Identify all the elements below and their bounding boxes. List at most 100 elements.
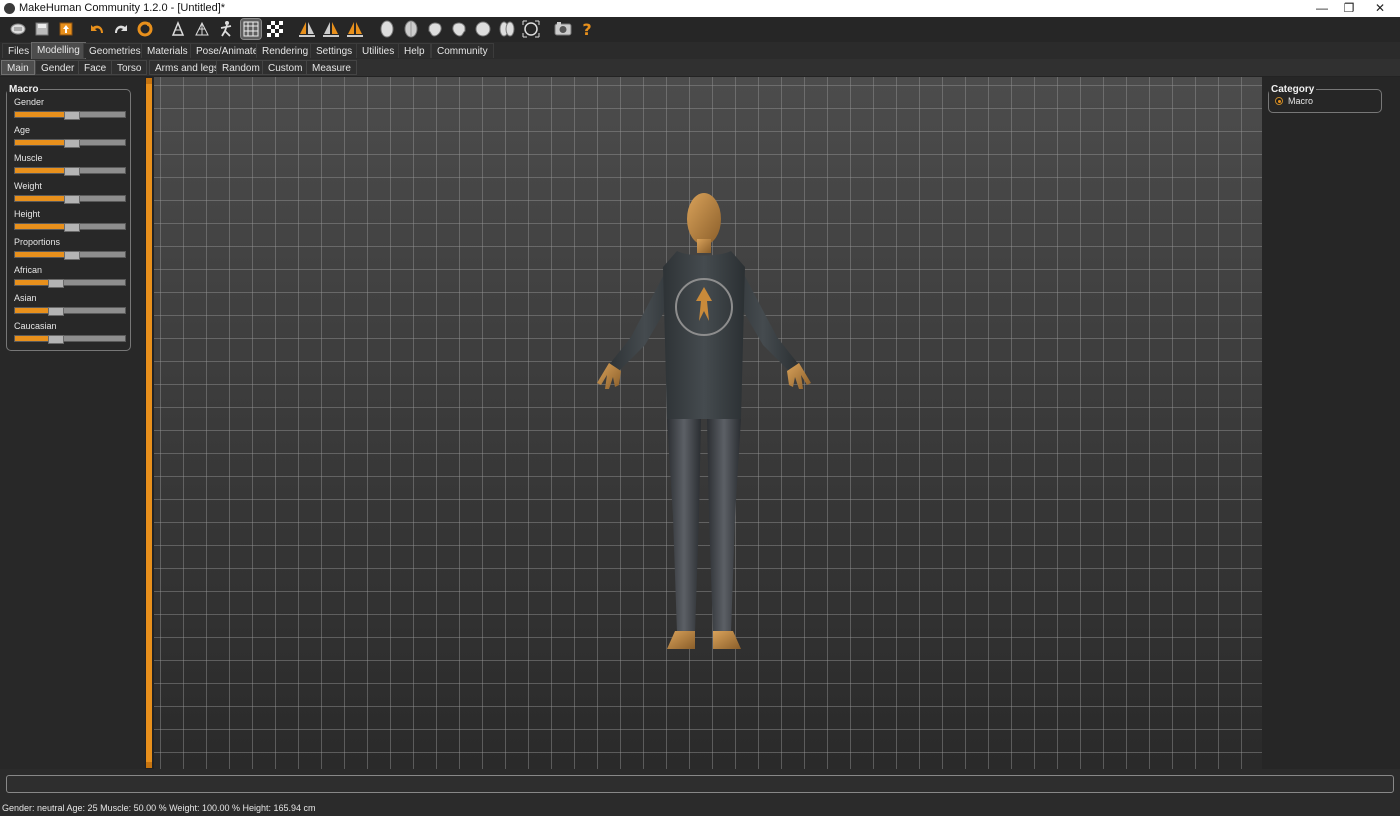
sub-tab-bar: Main Gender Face Torso Arms and legs Ran… [0,59,1400,76]
bottom-view-icon[interactable] [497,19,517,39]
subtab-face[interactable]: Face [78,60,113,75]
slider-handle[interactable] [64,251,80,260]
slider-label: Muscle [14,153,43,163]
slider-handle[interactable] [64,139,80,148]
slider-label: Weight [14,181,42,191]
right-panel: Category Macro [1262,77,1400,769]
slider-handle[interactable] [48,335,64,344]
slider-handle[interactable] [64,111,80,120]
scroll-up-arrow-icon[interactable] [146,78,152,84]
slider-fill [15,280,50,285]
category-macro-label[interactable]: Macro [1288,96,1313,106]
screenshot-icon[interactable] [553,19,573,39]
restore-button[interactable]: ❐ [1333,0,1365,17]
subtab-arms-and-legs[interactable]: Arms and legs [149,60,225,75]
back-view-icon[interactable] [401,19,421,39]
tab-modelling[interactable]: Modelling [31,42,86,59]
tab-community[interactable]: Community [431,43,494,58]
wireframe-icon[interactable] [192,19,212,39]
symmetry-left-icon[interactable] [321,19,341,39]
slider-label: Caucasian [14,321,57,331]
top-view-icon[interactable] [473,19,493,39]
slider-handle[interactable] [64,223,80,232]
slider-fill [15,252,66,257]
subtab-gender[interactable]: Gender [35,60,81,75]
slider-fill [15,308,50,313]
status-text: Gender: neutral Age: 25 Muscle: 50.00 % … [2,803,316,813]
slider-fill [15,336,50,341]
title-bar: MakeHuman Community 1.2.0 - [Untitled]* … [0,0,1400,17]
progress-bar [6,775,1394,793]
macro-slider-height[interactable] [14,223,126,232]
slider-handle[interactable] [48,279,64,288]
slider-label: Proportions [14,237,61,247]
redo-icon[interactable] [111,19,131,39]
left-panel-scrollbar[interactable] [146,78,152,768]
macro-slider-caucasian[interactable] [14,335,126,344]
bottom-bar: Gender: neutral Age: 25 Muscle: 50.00 % … [0,769,1400,816]
slider-fill [15,224,66,229]
export-icon[interactable] [56,19,76,39]
human-model[interactable] [549,187,859,747]
right-view-icon[interactable] [449,19,469,39]
slider-label: African [14,265,43,275]
subtab-measure[interactable]: Measure [306,60,357,75]
save-icon[interactable] [32,19,52,39]
slider-fill [15,140,66,145]
left-panel: Macro Gender Age Muscle Weight Height Proport… [0,77,145,769]
macro-slider-proportions[interactable] [14,251,126,260]
left-view-icon[interactable] [425,19,445,39]
tab-settings[interactable]: Settings [310,43,359,58]
macro-group: Macro Gender Age Muscle Weight Height Proport… [6,84,131,351]
subtab-random[interactable]: Random [216,60,266,75]
tab-help[interactable]: Help [398,43,431,58]
slider-handle[interactable] [64,167,80,176]
slider-fill [15,112,66,117]
radio-selected-dot [1278,100,1281,103]
macro-slider-age[interactable] [14,139,126,148]
reset-camera-icon[interactable] [521,19,541,39]
macro-slider-african[interactable] [14,279,126,288]
tab-pose-animate[interactable]: Pose/Animate [190,43,265,58]
macro-slider-gender[interactable] [14,111,126,120]
close-button[interactable]: ✕ [1364,0,1396,17]
undo-icon[interactable] [87,19,107,39]
slider-label: Gender [14,97,45,107]
macro-slider-weight[interactable] [14,195,126,204]
category-macro-radio[interactable] [1275,97,1283,105]
slider-fill [15,196,66,201]
help-icon[interactable]: ? [577,19,597,39]
subtab-torso[interactable]: Torso [111,60,148,75]
new-file-icon[interactable] [8,19,28,39]
slider-label: Asian [14,293,37,303]
grid-icon[interactable] [240,18,262,40]
subtab-main[interactable]: Main [1,60,35,75]
slider-label: Age [14,125,31,135]
macro-slider-muscle[interactable] [14,167,126,176]
macro-slider-asian[interactable] [14,307,126,316]
scroll-down-arrow-icon[interactable] [146,762,152,768]
tab-materials[interactable]: Materials [141,43,194,58]
makehuman-logo-icon [4,3,15,14]
main-tab-bar: Files Modelling Geometries Materials Pos… [0,42,1400,59]
slider-handle[interactable] [64,195,80,204]
tab-geometries[interactable]: Geometries [83,43,147,58]
category-group-title: Category [1269,84,1317,95]
slider-handle[interactable] [48,307,64,316]
toolbar: ? [0,17,1400,43]
reset-icon[interactable] [135,19,155,39]
smooth-icon[interactable] [168,19,188,39]
checkerboard-icon[interactable] [265,19,285,39]
slider-fill [15,168,66,173]
subtab-custom[interactable]: Custom [262,60,309,75]
macro-group-title: Macro [7,84,41,95]
3d-viewport[interactable] [154,77,1262,769]
pose-icon[interactable] [216,19,236,39]
tab-rendering[interactable]: Rendering [256,43,315,58]
category-group: Category Macro [1268,84,1382,113]
slider-label: Height [14,209,41,219]
front-view-icon[interactable] [377,19,397,39]
symmetry-right-icon[interactable] [297,19,317,39]
symmetry-icon[interactable] [345,19,365,39]
tab-utilities[interactable]: Utilities [356,43,401,58]
